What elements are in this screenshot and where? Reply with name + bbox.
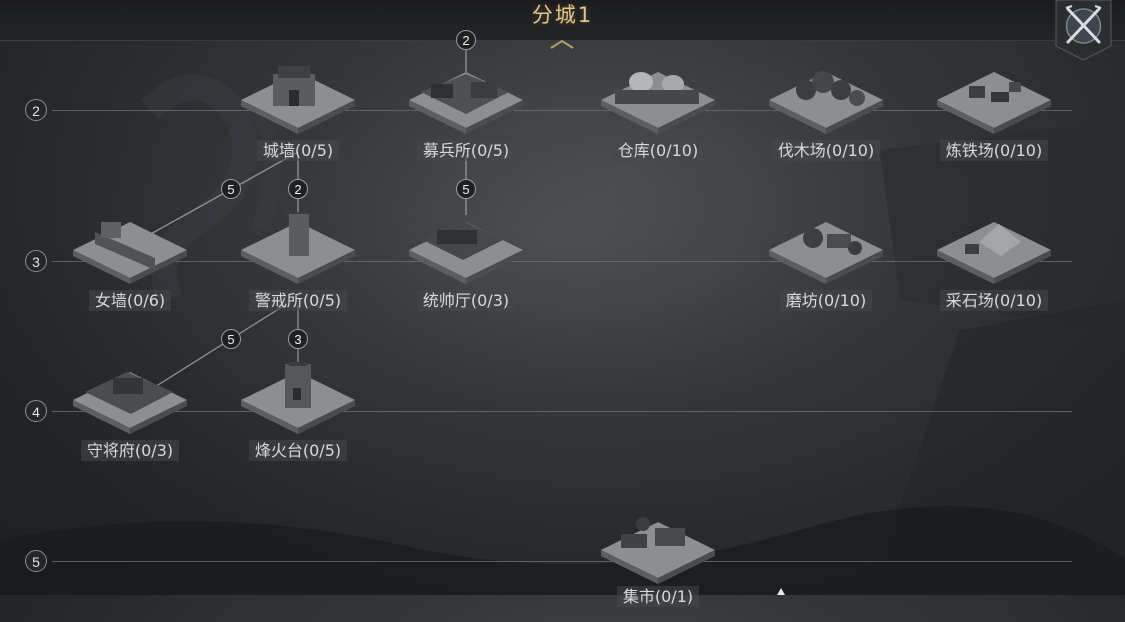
building-label: 烽火台(0/5)	[248, 440, 348, 461]
city-wall-icon	[241, 66, 355, 134]
tier-badge: 5	[25, 550, 47, 572]
parapet-wall-icon	[73, 222, 187, 284]
barracks-icon	[409, 72, 523, 134]
command-hall-icon	[409, 220, 523, 284]
market-icon	[601, 517, 715, 584]
requirement-badge: 5	[221, 179, 241, 199]
title-pointer-icon	[550, 39, 574, 49]
building-shoujiangfu[interactable]: 守将府(0/3)	[65, 362, 195, 472]
building-liantiechang[interactable]: 炼铁场(0/10)	[929, 62, 1059, 172]
quarry-icon	[937, 222, 1051, 284]
close-button[interactable]	[1054, 0, 1113, 61]
tier-badge: 2	[25, 99, 47, 121]
building-label: 磨坊(0/10)	[779, 290, 873, 311]
building-label: 统帅厅(0/3)	[416, 290, 516, 311]
requirement-badge: 3	[288, 329, 308, 349]
lumber-mill-icon	[769, 71, 883, 134]
tier-badge: 3	[25, 250, 47, 272]
building-mofang[interactable]: 磨坊(0/10)	[761, 212, 891, 322]
building-jingjiesuo[interactable]: 警戒所(0/5)	[233, 212, 363, 322]
mill-icon	[769, 222, 883, 284]
tier-line-4	[52, 411, 1072, 412]
tier-line-3	[52, 261, 1072, 262]
building-chengqiang[interactable]: 城墙(0/5)	[233, 62, 363, 172]
building-nvqiang[interactable]: 女墙(0/6)	[65, 212, 195, 322]
watch-post-icon	[241, 212, 355, 284]
building-tongshuaiting[interactable]: 统帅厅(0/3)	[401, 212, 531, 322]
requirement-badge: 5	[221, 329, 241, 349]
building-label: 城墙(0/5)	[256, 140, 340, 161]
building-famuchang[interactable]: 伐木场(0/10)	[761, 62, 891, 172]
tier-line-5	[52, 561, 1072, 562]
building-caishichang[interactable]: 采石场(0/10)	[929, 212, 1059, 322]
requirement-badge: 2	[288, 179, 308, 199]
building-label: 守将府(0/3)	[80, 440, 180, 461]
building-label: 警戒所(0/5)	[248, 290, 348, 311]
building-fenghuotai[interactable]: 烽火台(0/5)	[233, 362, 363, 472]
warehouse-icon	[601, 72, 715, 134]
crossed-swords-icon	[1055, 0, 1112, 61]
building-jishi[interactable]: 集市(0/1)	[593, 512, 723, 622]
tier-line-2	[52, 110, 1072, 111]
building-label: 炼铁场(0/10)	[939, 140, 1049, 161]
beacon-tower-icon	[241, 362, 355, 434]
iron-smelter-icon	[937, 72, 1051, 134]
building-label: 募兵所(0/5)	[416, 140, 516, 161]
tier-badge: 4	[25, 400, 47, 422]
requirement-badge: 2	[456, 30, 476, 50]
building-label: 女墙(0/6)	[88, 290, 172, 311]
requirement-badge: 5	[456, 179, 476, 199]
page-title: 分城1	[531, 3, 594, 27]
building-mubingsuo[interactable]: 募兵所(0/5)	[401, 62, 531, 172]
building-label: 集市(0/1)	[616, 586, 700, 607]
building-label: 伐木场(0/10)	[771, 140, 881, 161]
building-label: 仓库(0/10)	[611, 140, 705, 161]
building-label: 采石场(0/10)	[939, 290, 1049, 311]
garrison-mansion-icon	[73, 372, 187, 434]
building-cangku[interactable]: 仓库(0/10)	[593, 62, 723, 172]
bottom-cursor-marker	[777, 588, 785, 595]
